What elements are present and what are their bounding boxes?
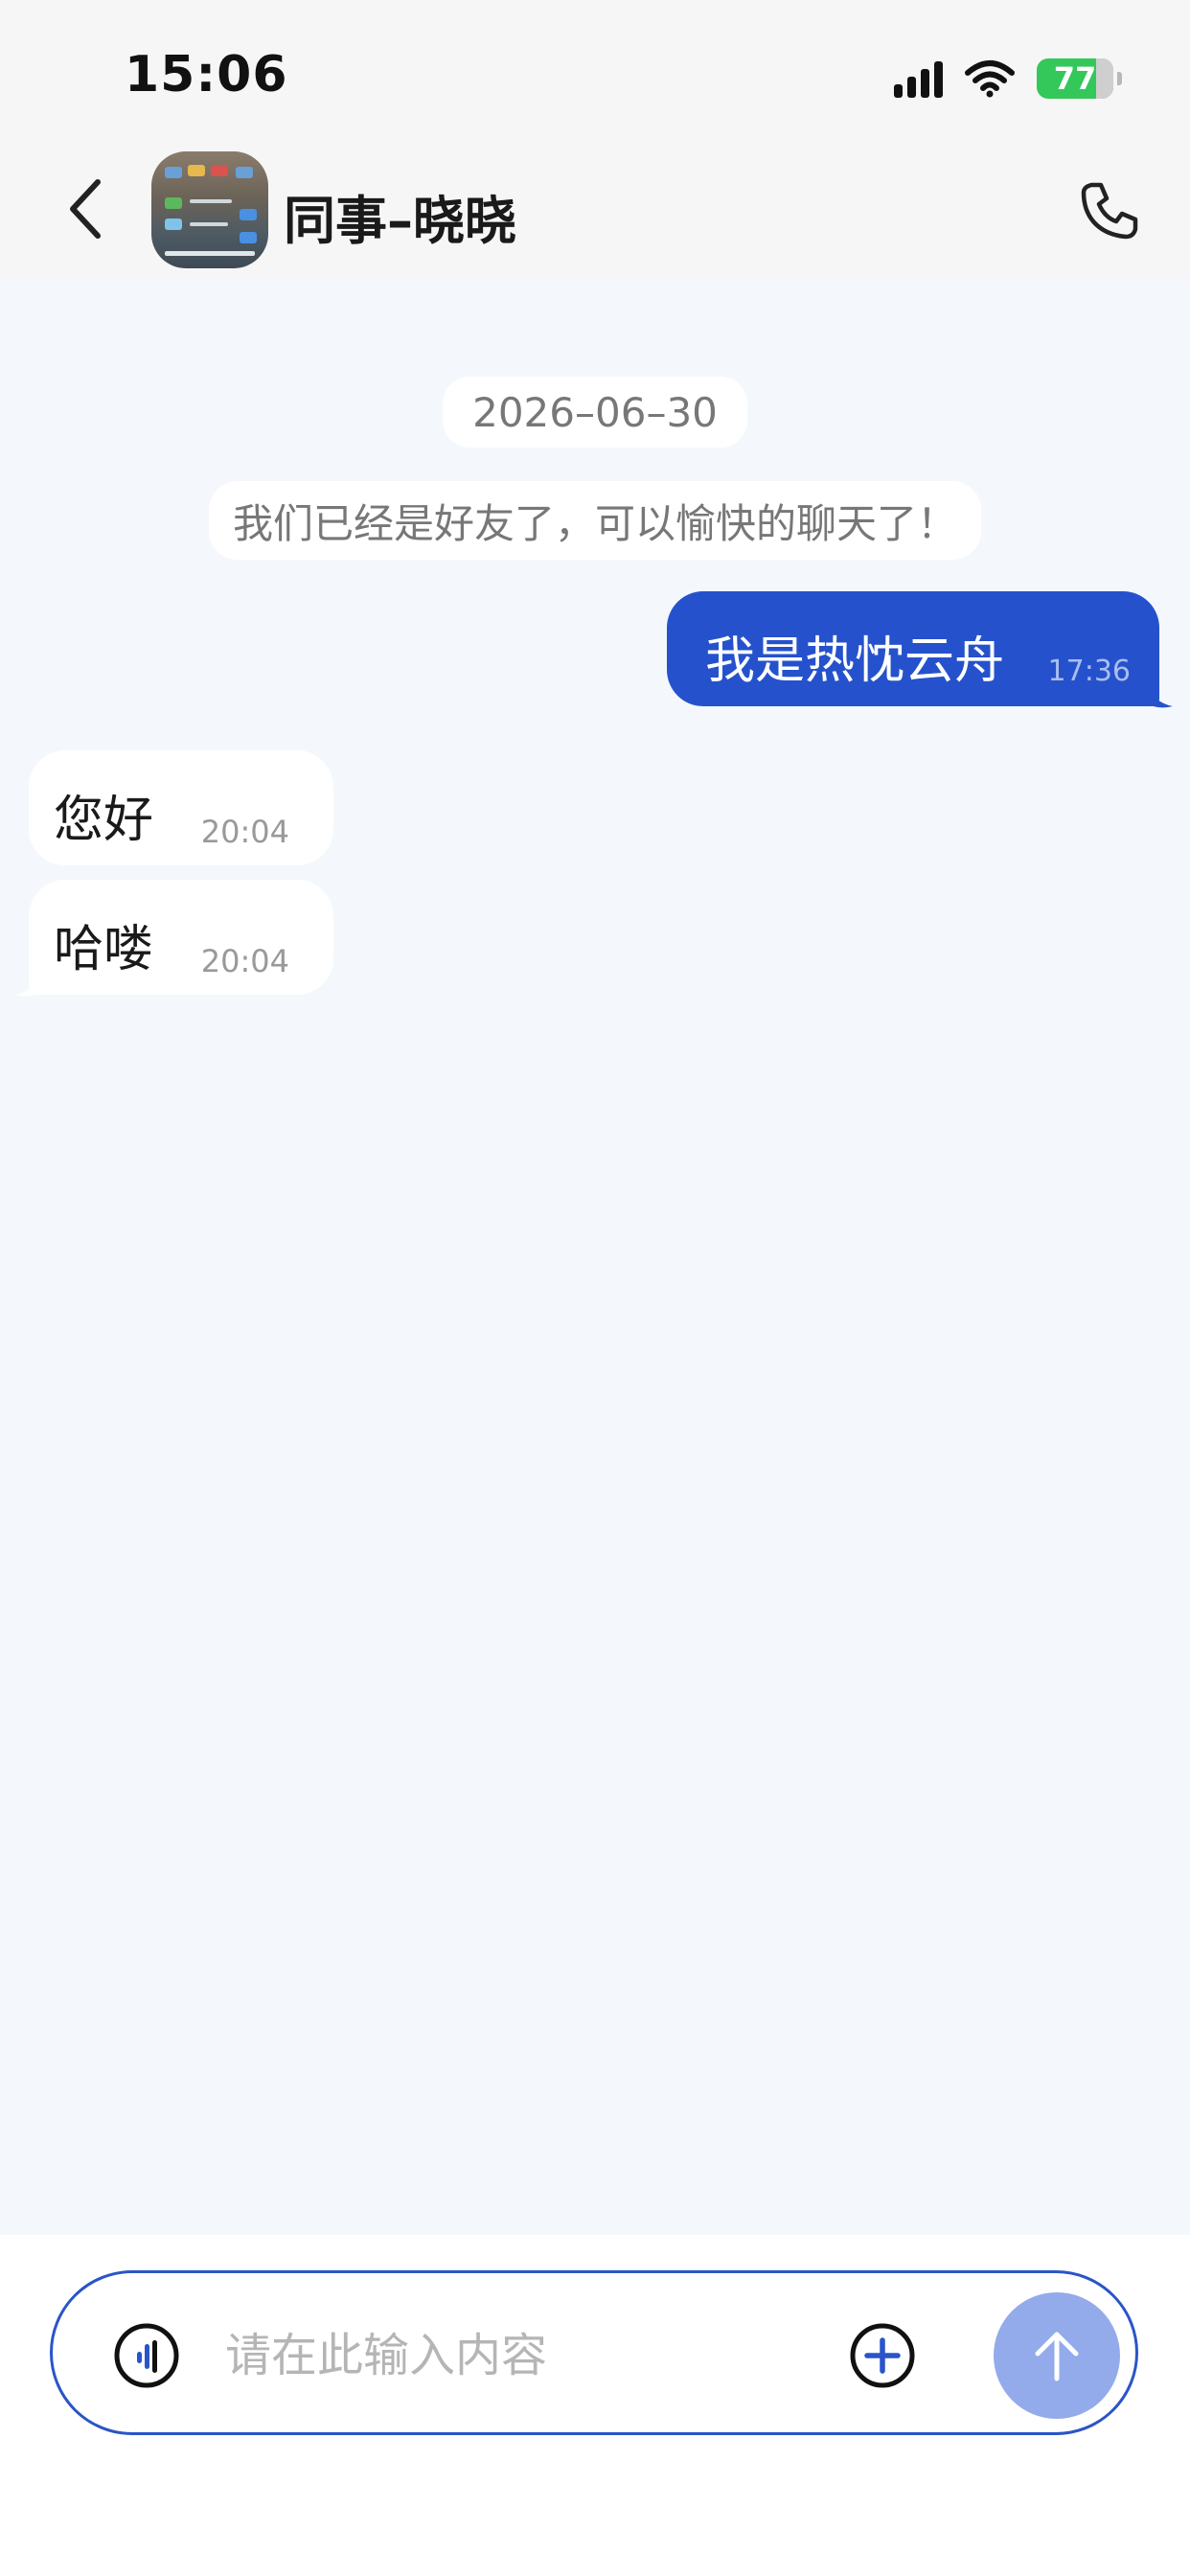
plus-circle-icon (850, 2323, 915, 2388)
voice-icon (114, 2323, 179, 2388)
chat-title: 同事–晓晓 (284, 191, 516, 251)
system-message: 我们已经是好友了，可以愉快的聊天了！ (209, 481, 981, 560)
message-input[interactable] (225, 2308, 858, 2404)
message-time: 20:04 (200, 943, 289, 979)
status-time: 15:06 (125, 46, 288, 104)
message-text: 哈喽 (54, 921, 154, 978)
message-bubble-outgoing[interactable]: 我是热忱云舟 17:36 (667, 591, 1173, 708)
message-time: 17:36 (1047, 655, 1131, 688)
message-text: 我是热忱云舟 (705, 632, 1005, 690)
phone-icon (1081, 182, 1138, 240)
message-bubble-incoming[interactable]: 您好 20:04 (29, 750, 333, 865)
back-button[interactable] (56, 174, 113, 243)
date-separator: 2026–06–30 (443, 377, 747, 448)
status-icons: 77 (894, 56, 1122, 102)
battery-level: 77 (1053, 60, 1097, 97)
bubble-tail (15, 974, 44, 997)
top-bar: 15:06 77 同事–晓晓 (0, 0, 1190, 278)
call-button[interactable] (1071, 172, 1148, 249)
message-composer (50, 2270, 1138, 2435)
arrow-up-icon (1035, 2332, 1079, 2381)
bubble-tail (1144, 685, 1173, 708)
send-button[interactable] (994, 2292, 1120, 2419)
avatar[interactable] (151, 151, 268, 268)
wifi-icon (965, 60, 1015, 98)
message-text: 您好 (54, 792, 154, 849)
battery-icon: 77 (1037, 58, 1122, 99)
signal-icon (894, 59, 943, 98)
chevron-left-icon (70, 179, 101, 239)
input-area (0, 2235, 1190, 2576)
message-time: 20:04 (200, 814, 289, 850)
add-attachment-button[interactable] (848, 2321, 917, 2390)
chat-area[interactable]: 2026–06–30 我们已经是好友了，可以愉快的聊天了！ 我是热忱云舟 17:… (0, 278, 1190, 2235)
voice-button[interactable] (112, 2321, 181, 2390)
message-bubble-incoming[interactable]: 哈喽 20:04 (15, 880, 333, 997)
